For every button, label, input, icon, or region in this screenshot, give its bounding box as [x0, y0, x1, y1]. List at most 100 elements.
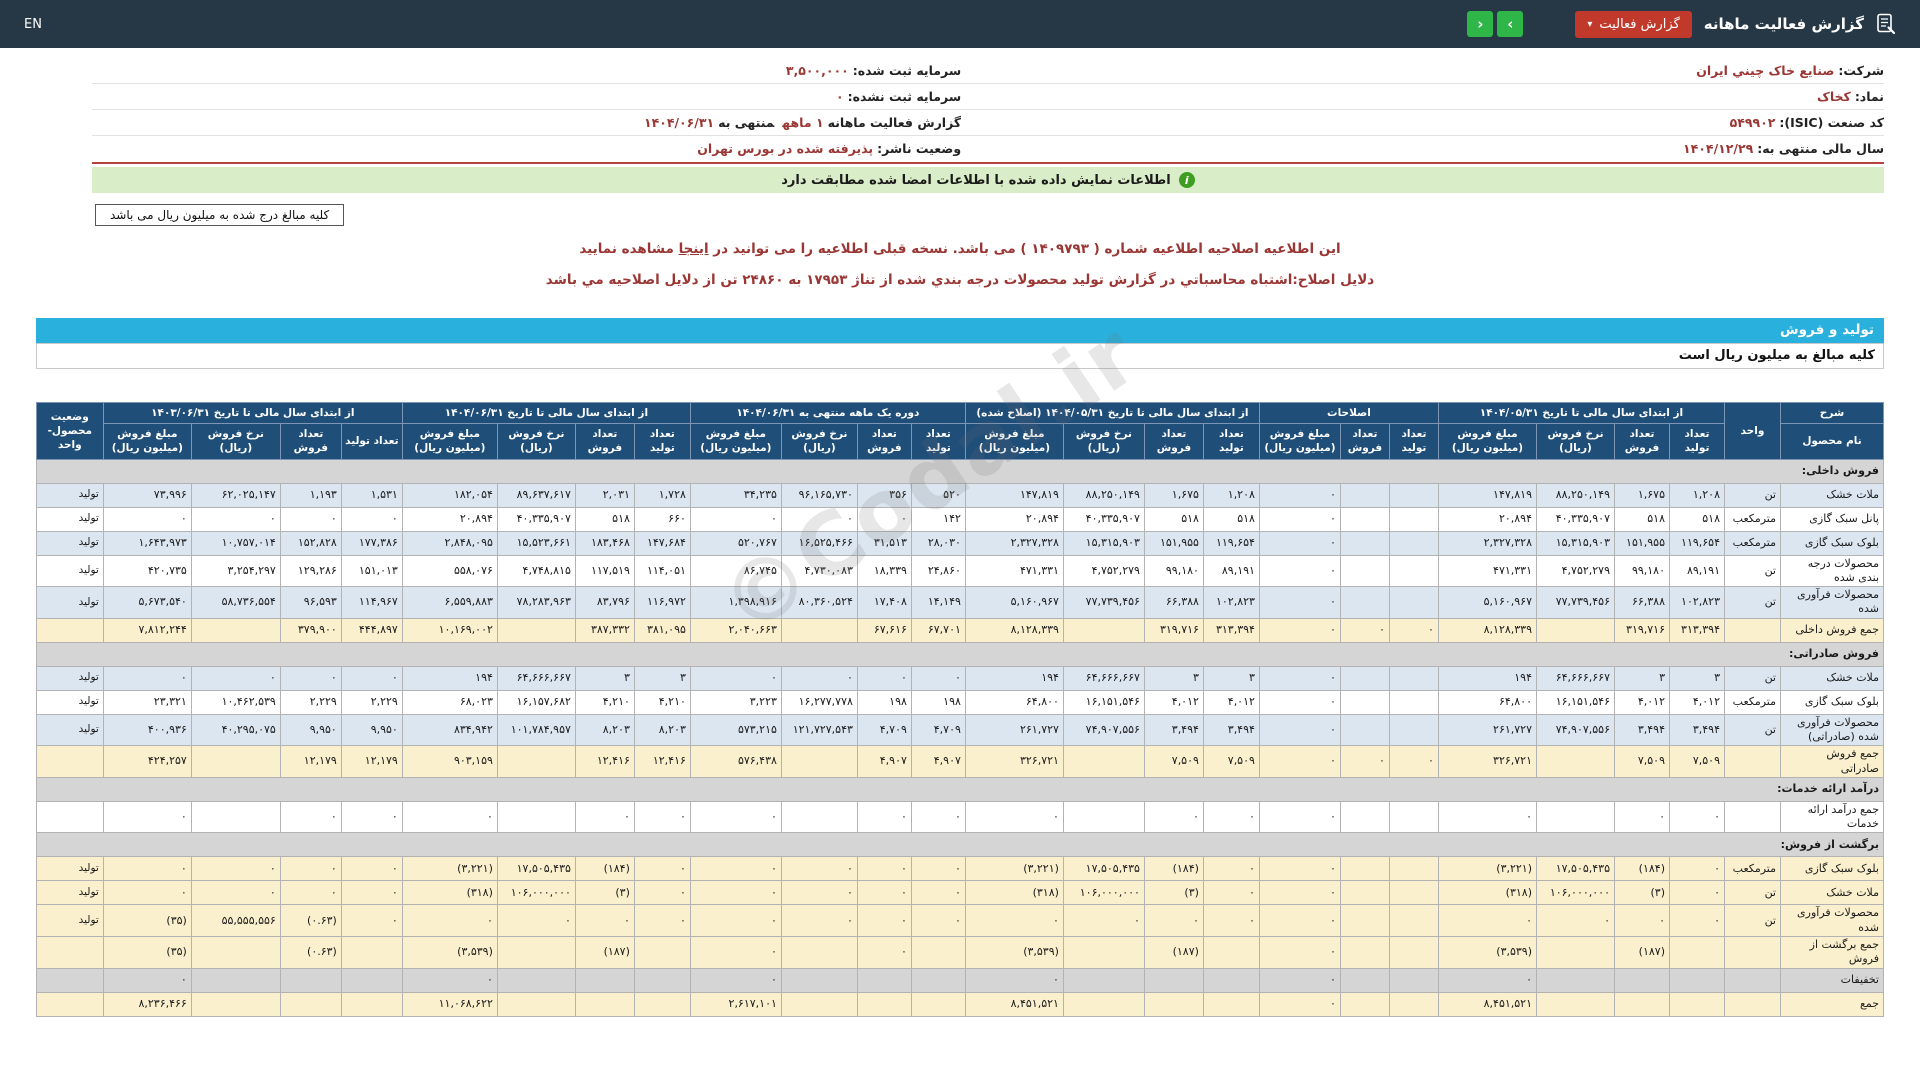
value-cell: ۱۵,۳۱۵,۹۰۳: [1063, 531, 1144, 555]
company-info-left: سرمایه ثبت شده:۳,۵۰۰,۰۰۰سرمایه ثبت نشده:…: [92, 58, 961, 162]
table-row: ملات خشکتن۱,۲۰۸۱,۶۷۵۸۸,۲۵۰,۱۴۹۱۴۷,۸۱۹۰۱,…: [36, 483, 1883, 507]
value-cell: (۳): [1144, 881, 1203, 905]
value-cell: (۳): [575, 881, 634, 905]
value-cell: ۰: [1438, 905, 1536, 937]
value-cell: ۱۶,۱۵۱,۵۴۶: [1063, 690, 1144, 714]
value-cell: ۰: [857, 801, 911, 833]
product-name-cell: تخفیفات: [1781, 968, 1884, 992]
column-header: نرخ فروش (ریال): [1063, 424, 1144, 459]
value-cell: ۶۴,۶۶۶,۶۶۷: [1063, 666, 1144, 690]
value-cell: ۰: [1259, 714, 1340, 746]
value-cell: ۰: [690, 507, 781, 531]
value-cell: ۱,۲۰۸: [1670, 483, 1725, 507]
value-cell: ۰: [690, 968, 781, 992]
value-cell: ۴۷۱,۳۳۱: [965, 555, 1063, 587]
value-cell: [1389, 968, 1438, 992]
product-name-cell: محصولات فرآوری شده (صادراتی): [1781, 714, 1884, 746]
value-cell: ۳,۴۹۴: [1615, 714, 1670, 746]
value-cell: [1389, 555, 1438, 587]
value-cell: ۴,۰۱۲: [1615, 690, 1670, 714]
info-value: صنايع خاک چيني ايران: [1696, 63, 1834, 78]
unit-cell: [1725, 937, 1781, 969]
value-cell: ۰: [1144, 801, 1203, 833]
english-link[interactable]: EN: [24, 17, 42, 32]
value-cell: ۱۸,۳۳۹: [857, 555, 911, 587]
value-cell: ۰: [1670, 857, 1725, 881]
value-cell: ۰: [280, 857, 341, 881]
value-cell: ۳: [1203, 666, 1259, 690]
product-name-cell: ملات خشک: [1781, 881, 1884, 905]
value-cell: ۱۰,۷۵۷,۰۱۴: [191, 531, 280, 555]
column-header: نرخ فروش (ریال): [497, 424, 575, 459]
value-cell: [191, 937, 280, 969]
value-cell: ۰: [1537, 905, 1615, 937]
column-header: مبلغ فروش (میلیون ریال): [402, 424, 497, 459]
value-cell: (۳): [1615, 881, 1670, 905]
value-cell: ۰: [634, 801, 690, 833]
value-cell: [1063, 992, 1144, 1016]
value-cell: ۰: [280, 881, 341, 905]
value-cell: ۰: [911, 801, 965, 833]
value-cell: ۴,۷۰۹: [857, 714, 911, 746]
value-cell: ۱۸۳,۴۶۸: [575, 531, 634, 555]
value-cell: ۰: [402, 905, 497, 937]
report-type-button[interactable]: گزارش فعالیت ▾: [1575, 11, 1691, 38]
table-row: جمع فروش صادراتی۷,۵۰۹۷,۵۰۹۳۲۶,۷۲۱۰۰۰۷,۵۰…: [36, 746, 1883, 778]
value-cell: ۷۷,۷۳۹,۴۵۶: [1537, 587, 1615, 619]
value-cell: [575, 968, 634, 992]
value-cell: ۰: [911, 857, 965, 881]
value-cell: [1340, 992, 1389, 1016]
status-cell: تولید: [36, 905, 103, 937]
value-cell: ۰: [1259, 666, 1340, 690]
value-cell: ۰: [965, 905, 1063, 937]
value-cell: ۰: [690, 881, 781, 905]
production-sales-table: شرحواحداز ابتدای سال مالی تا تاریخ ۱۴۰۴/…: [36, 402, 1884, 1017]
value-cell: ۴,۰۱۲: [1670, 690, 1725, 714]
table-row: محصولات فرآوری شدهتن۱۰۲,۸۲۳۶۶,۳۸۸۷۷,۷۳۹,…: [36, 587, 1883, 619]
value-cell: ۱۰۶,۰۰۰,۰۰۰: [497, 881, 575, 905]
value-cell: ۰: [497, 905, 575, 937]
value-cell: [1063, 968, 1144, 992]
value-cell: ۳: [1670, 666, 1725, 690]
value-cell: ۹۰۳,۱۵۹: [402, 746, 497, 778]
value-cell: ۹۹,۱۸۰: [1144, 555, 1203, 587]
info-row: سرمایه ثبت شده:۳,۵۰۰,۰۰۰: [92, 58, 961, 84]
production-sales-bar: تولید و فروش: [36, 318, 1884, 343]
unit-cell: [1725, 968, 1781, 992]
value-cell: (۳,۵۳۹): [1438, 937, 1536, 969]
value-cell: ۱,۷۲۸: [634, 483, 690, 507]
status-cell: تولید: [36, 881, 103, 905]
nav-arrow-right-button[interactable]: ›: [1497, 11, 1523, 37]
value-cell: ۴,۷۰۹: [911, 714, 965, 746]
value-cell: (۰.۶۳): [280, 905, 341, 937]
info-row: سال مالی منتهی به:۱۴۰۴/۱۲/۲۹: [961, 136, 1884, 162]
value-cell: ۱۵۱,۹۵۵: [1144, 531, 1203, 555]
status-cell: تولید: [36, 507, 103, 531]
column-header: تعداد تولید: [911, 424, 965, 459]
value-cell: [857, 968, 911, 992]
value-cell: ۱,۶۷۵: [1615, 483, 1670, 507]
value-cell: ۲۴,۸۶۰: [911, 555, 965, 587]
info-row: نماد:کخاک: [961, 84, 1884, 110]
value-cell: ۰: [690, 937, 781, 969]
value-cell: ۰: [911, 905, 965, 937]
value-cell: ۶۷,۶۱۶: [857, 618, 911, 642]
value-cell: ۷,۵۰۹: [1670, 746, 1725, 778]
previous-version-link[interactable]: اینجا: [679, 241, 709, 257]
value-cell: [1340, 905, 1389, 937]
value-cell: ۱۵۱,۰۱۳: [341, 555, 402, 587]
value-cell: ۱۰,۱۶۹,۰۰۲: [402, 618, 497, 642]
value-cell: [781, 618, 857, 642]
value-cell: [1389, 801, 1438, 833]
value-cell: ۳۱۹,۷۱۶: [1615, 618, 1670, 642]
column-header: تعداد تولید: [341, 424, 402, 459]
value-cell: ۰: [191, 857, 280, 881]
value-cell: ۴,۹۰۷: [857, 746, 911, 778]
nav-arrow-left-button[interactable]: ‹: [1467, 11, 1493, 37]
column-header: تعداد تولید: [634, 424, 690, 459]
value-cell: (۱۸۷): [1144, 937, 1203, 969]
value-cell: ۳,۴۹۴: [1203, 714, 1259, 746]
value-cell: ۰: [280, 507, 341, 531]
info-label: شرکت:: [1838, 63, 1884, 78]
value-cell: ۸۶,۷۴۵: [690, 555, 781, 587]
